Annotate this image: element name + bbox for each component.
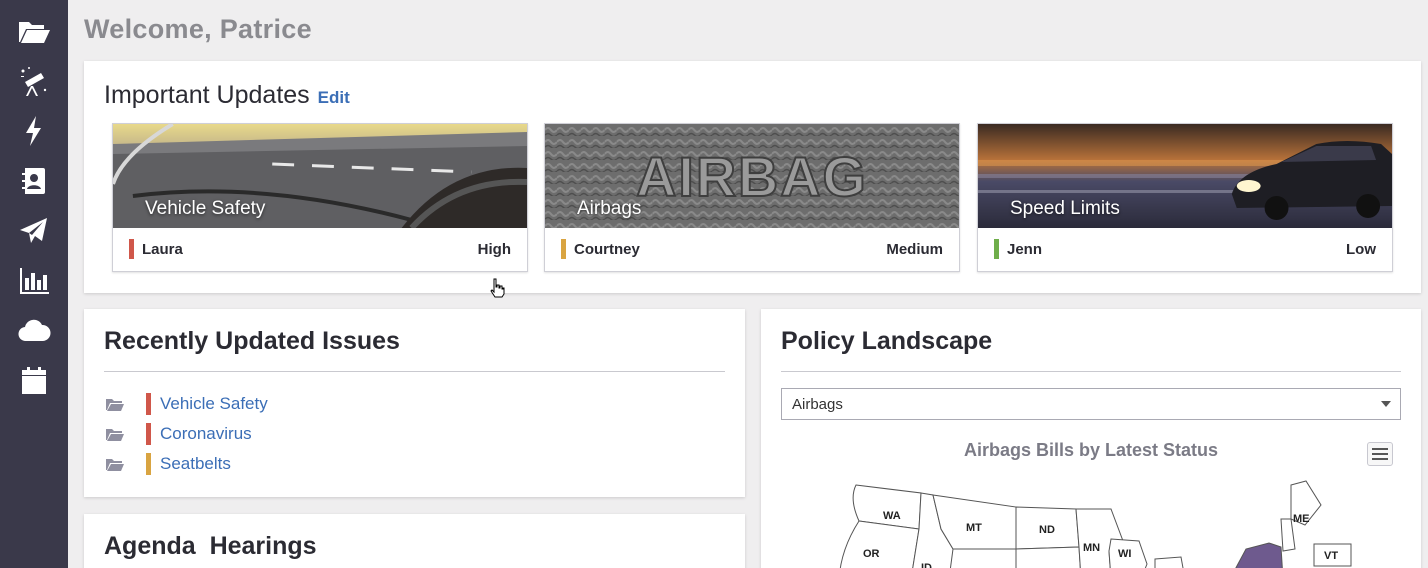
issue-link-coronavirus[interactable]: Coronavirus xyxy=(160,424,252,444)
sidebar xyxy=(0,0,68,568)
folder-icon xyxy=(106,397,124,411)
important-updates-panel: Important Updates Edit Vehicle Safety La… xyxy=(84,61,1421,298)
list-item: Vehicle Safety xyxy=(106,389,268,419)
cloud-icon xyxy=(18,319,51,342)
chevron-down-icon xyxy=(1381,401,1391,407)
updates-title: Important Updates xyxy=(104,81,310,109)
svg-text:WI: WI xyxy=(1118,548,1131,560)
card-image-airbag: AIRBAG Airbags xyxy=(545,124,959,228)
lightning-icon xyxy=(26,116,41,146)
priority-indicator xyxy=(129,239,134,259)
svg-text:ND: ND xyxy=(1039,524,1055,536)
telescope-icon xyxy=(21,67,47,96)
card-footer: Laura High xyxy=(113,227,527,271)
priority-indicator xyxy=(561,239,566,259)
card-owner: Laura xyxy=(142,240,183,258)
welcome-heading: Welcome, Patrice xyxy=(84,14,312,44)
svg-text:ID: ID xyxy=(921,562,932,568)
card-owner: Courtney xyxy=(574,240,640,258)
issue-select-value: Airbags xyxy=(792,395,843,413)
card-title: Speed Limits xyxy=(1010,198,1120,219)
card-title: Vehicle Safety xyxy=(145,198,266,219)
card-priority: Low xyxy=(1346,240,1376,258)
sidebar-item-contacts[interactable] xyxy=(0,156,68,206)
recent-issues-title: Recently Updated Issues xyxy=(104,327,400,355)
sidebar-item-issues[interactable] xyxy=(0,6,68,56)
update-card-airbags[interactable]: AIRBAG Airbags Courtney Medium xyxy=(544,123,960,272)
contacts-icon xyxy=(22,168,45,194)
card-footer: Jenn Low xyxy=(978,227,1392,271)
state-ny xyxy=(1235,542,1283,568)
updates-header: Important Updates Edit xyxy=(104,81,350,110)
folder-icon xyxy=(106,427,124,441)
priority-indicator xyxy=(146,393,151,415)
paper-plane-icon xyxy=(20,218,47,243)
state-sd xyxy=(1015,546,1081,568)
priority-indicator xyxy=(146,423,151,445)
card-image-road: Vehicle Safety xyxy=(113,124,527,228)
list-item: Seatbelts xyxy=(106,449,268,479)
update-card-vehicle-safety[interactable]: Vehicle Safety Laura High xyxy=(112,123,528,272)
agenda-hearings-panel: Agenda Hearings xyxy=(84,514,745,568)
policy-landscape-panel: Policy Landscape Airbags Airbags Bills b… xyxy=(761,309,1421,568)
issue-link-vehicle-safety[interactable]: Vehicle Safety xyxy=(160,394,268,414)
card-priority: High xyxy=(477,240,511,258)
sidebar-item-send[interactable] xyxy=(0,206,68,256)
priority-indicator xyxy=(994,239,999,259)
update-card-speed-limits[interactable]: Speed Limits Jenn Low xyxy=(977,123,1393,272)
sidebar-item-research[interactable] xyxy=(0,56,68,106)
sidebar-item-reports[interactable] xyxy=(0,256,68,306)
folder-open-icon xyxy=(19,22,50,43)
state-or xyxy=(839,520,920,568)
divider xyxy=(104,371,725,372)
recent-issues-list: Vehicle Safety Coronavirus Seatbelts xyxy=(106,389,268,479)
folder-icon xyxy=(106,457,124,471)
us-map: WA OR ID MT ND SD MN WI MI NY ME VT xyxy=(839,480,1352,568)
svg-text:ME: ME xyxy=(1293,513,1310,525)
issue-select[interactable]: Airbags xyxy=(781,388,1401,420)
recent-issues-panel: Recently Updated Issues Vehicle Safety C… xyxy=(84,309,745,497)
chart-menu-button[interactable] xyxy=(1367,442,1393,466)
calendar-icon xyxy=(22,367,46,394)
sidebar-item-cloud[interactable] xyxy=(0,306,68,356)
card-owner: Jenn xyxy=(1007,240,1043,258)
airbag-emboss-text: AIRBAG xyxy=(636,145,868,208)
svg-text:WA: WA xyxy=(883,510,901,522)
state-mi xyxy=(1154,556,1184,568)
policy-title: Policy Landscape xyxy=(781,327,993,355)
edit-updates-link[interactable]: Edit xyxy=(318,88,350,108)
card-priority: Medium xyxy=(886,240,943,258)
svg-text:MT: MT xyxy=(966,522,982,534)
agenda-title: Agenda Hearings xyxy=(104,532,317,560)
bar-chart-icon xyxy=(20,268,49,294)
card-image-car: Speed Limits xyxy=(978,124,1392,228)
svg-text:OR: OR xyxy=(863,548,880,560)
svg-text:VT: VT xyxy=(1324,550,1338,562)
priority-indicator xyxy=(146,453,151,475)
card-footer: Courtney Medium xyxy=(545,227,959,271)
hamburger-icon xyxy=(1372,448,1388,450)
sidebar-item-calendar[interactable] xyxy=(0,356,68,406)
map-title: Airbags Bills by Latest Status xyxy=(963,440,1219,460)
list-item: Coronavirus xyxy=(106,419,268,449)
hand-cursor-icon xyxy=(490,278,505,298)
divider xyxy=(781,371,1401,372)
sidebar-item-alerts[interactable] xyxy=(0,106,68,156)
card-title: Airbags xyxy=(577,198,642,219)
issue-link-seatbelts[interactable]: Seatbelts xyxy=(160,454,231,474)
svg-text:MN: MN xyxy=(1083,542,1100,554)
